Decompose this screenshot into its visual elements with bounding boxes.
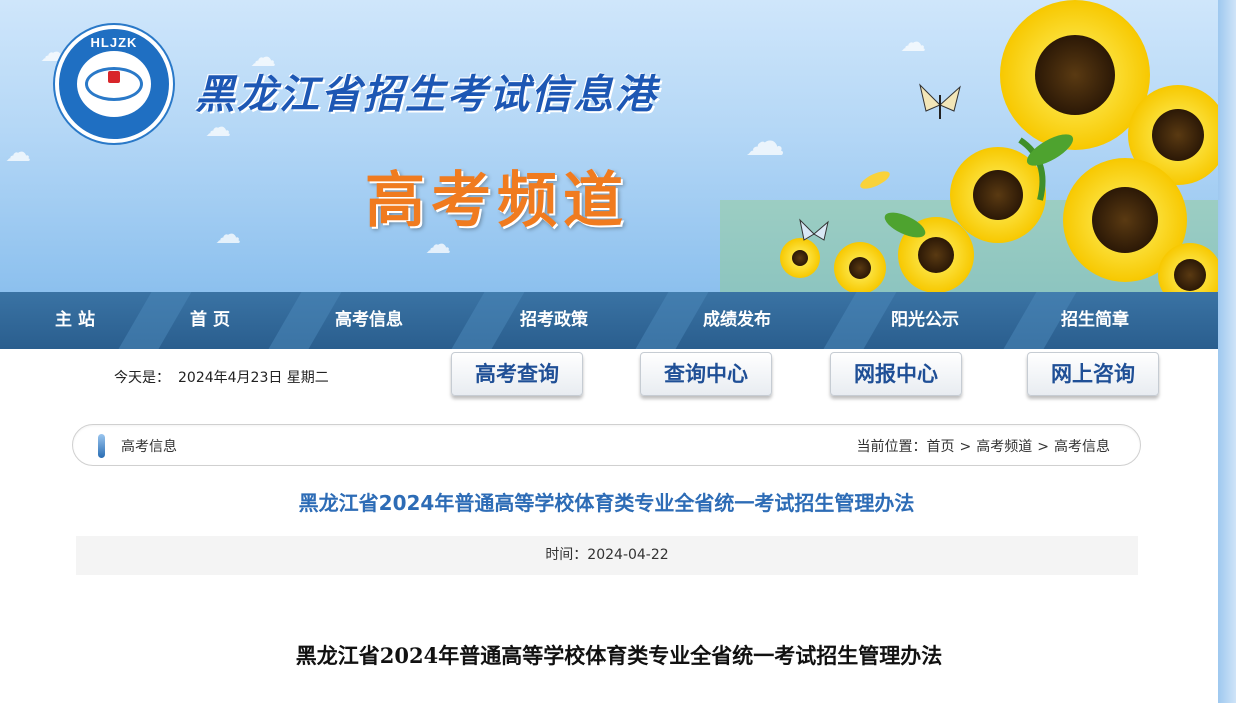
nav-item-prospectus[interactable]: 招生简章 [1040,292,1150,349]
nav-item-scores[interactable]: 成绩发布 [682,292,792,349]
site-title: 黑龙江省招生考试信息港 [195,71,657,118]
sunflower-icon [780,238,820,278]
sunflower-illustration [720,0,1218,292]
site-logo[interactable]: HLJZK [55,25,173,143]
article-body-heading: 黑龙江省2024年普通高等学校体育类专业全省统一考试招生管理办法 [295,643,943,668]
scrollbar[interactable] [1218,0,1236,703]
cloud-icon: ☁ [215,220,241,250]
nav-item-public-notice[interactable]: 阳光公示 [870,292,980,349]
breadcrumb-link-section[interactable]: 高考信息 [1054,439,1110,455]
date-label: 今天是： [114,370,170,386]
nav-item-policy[interactable]: 招考政策 [499,292,609,349]
nav-item-exam-info[interactable]: 高考信息 [314,292,424,349]
article-meta: 时间：2024-04-22 [76,536,1138,575]
breadcrumb-separator: > [959,439,972,455]
current-date: 2024年4月23日 星期二 [178,370,329,386]
breadcrumb-separator: > [1037,439,1049,455]
logo-center-icon [108,71,120,83]
gaokao-query-button[interactable]: 高考查询 [451,352,583,396]
main-nav: 主 站 首 页 高考信息 招考政策 成绩发布 阳光公示 招生简章 [0,292,1218,349]
nav-item-main-site[interactable]: 主 站 [30,292,120,349]
nav-item-home[interactable]: 首 页 [165,292,255,349]
breadcrumb-link-home[interactable]: 首页 [927,439,955,455]
logo-text: HLJZK [90,35,138,50]
article-title: 黑龙江省2024年普通高等学校体育类专业全省统一考试招生管理办法 [298,491,915,515]
cloud-icon: ☁ [5,138,31,168]
butterfly-icon [919,83,961,119]
online-consult-button[interactable]: 网上咨询 [1027,352,1159,396]
section-title: 高考信息 [121,439,177,455]
breadcrumb: 高考信息 当前位置：首页 > 高考频道 > 高考信息 [72,424,1141,466]
sunflower-icon [1000,0,1150,150]
breadcrumb-trail: 当前位置：首页 > 高考频道 > 高考信息 [857,436,1110,456]
sunflower-icon [834,242,886,292]
online-registration-button[interactable]: 网报中心 [830,352,962,396]
page: ☁ ☁ ☁ ☁ ☁ ☁ ☁ ☁ HLJZK 黑龙江省招生考试信息港 高考频道 主… [0,0,1236,703]
channel-title: 高考频道 [365,166,629,236]
query-center-button[interactable]: 查询中心 [640,352,772,396]
header-banner: ☁ ☁ ☁ ☁ ☁ ☁ ☁ ☁ HLJZK 黑龙江省招生考试信息港 高考频道 [0,0,1218,292]
breadcrumb-link-channel[interactable]: 高考频道 [976,439,1032,455]
section-marker-icon [98,434,105,458]
breadcrumb-prefix: 当前位置： [856,439,927,455]
